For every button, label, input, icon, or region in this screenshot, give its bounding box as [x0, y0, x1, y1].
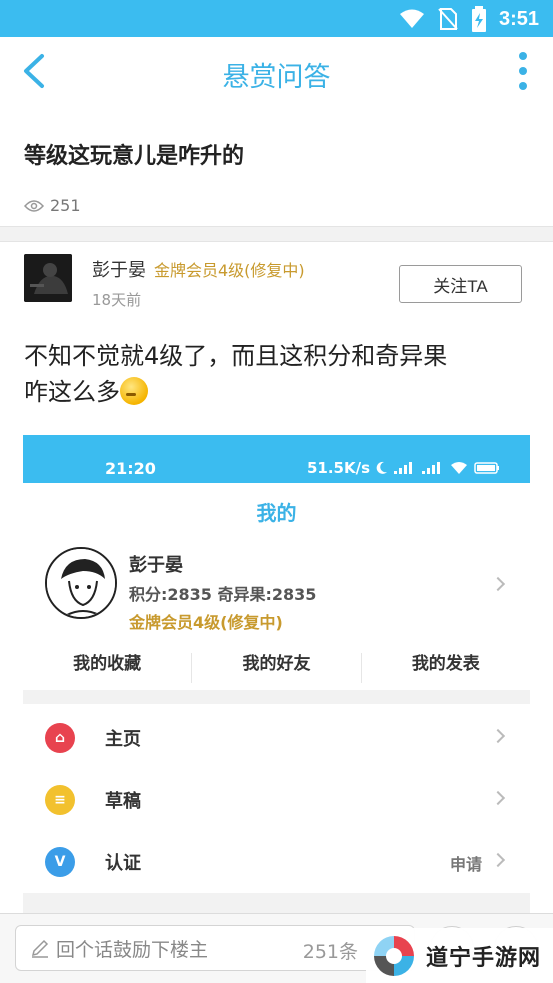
- avatar-image: [24, 254, 72, 302]
- eye-icon: [24, 199, 44, 212]
- author-info: 彭于晏 金牌会员4级(修复中): [92, 256, 305, 282]
- thinking-face-emoji: [120, 377, 148, 405]
- embedded-status-right: 51.5K/s: [307, 459, 500, 477]
- reply-count: 251条: [302, 941, 358, 963]
- battery-charging-icon: [471, 6, 486, 32]
- post-content: 不知不觉就4级了，而且这积分和奇异果 咋这么多: [24, 338, 534, 410]
- signal-icon-2: [422, 462, 440, 474]
- avatar[interactable]: [24, 254, 72, 302]
- embedded-status-time: 21:20: [105, 459, 156, 478]
- signal-icon: [394, 462, 412, 474]
- embedded-page-title: 我的: [256, 501, 297, 525]
- embedded-gap: [23, 893, 530, 913]
- chevron-right-icon: [490, 852, 506, 868]
- embedded-menu-label: 草稿: [105, 791, 141, 812]
- section-divider: [0, 226, 553, 242]
- embedded-menu-row: ⌂ 主页: [23, 707, 530, 767]
- embedded-speed: 51.5K/s: [306, 459, 370, 477]
- embedded-status-bar: 21:20 51.5K/s: [23, 435, 530, 483]
- wifi-icon: [451, 462, 467, 474]
- embedded-tabs: 我的收藏 我的好友 我的发表: [23, 653, 530, 683]
- embedded-menu-label: 主页: [105, 729, 141, 750]
- chevron-right-icon: [490, 728, 506, 744]
- verified-icon: V: [45, 847, 75, 877]
- post-text-line-2-text: 咋这么多: [24, 378, 120, 406]
- reply-input[interactable]: 回个话鼓励下楼主 251条: [15, 925, 415, 971]
- embedded-tab: 我的收藏: [23, 653, 193, 683]
- embedded-profile-page: 我的 彭于晏 积分:2835 奇异果:2835 金牌会员4级(修复中) 我的收藏…: [23, 483, 530, 913]
- author-name[interactable]: 彭于晏: [92, 256, 146, 282]
- watermark: 道宁手游网: [366, 928, 553, 983]
- home-icon: ⌂: [45, 723, 75, 753]
- embedded-menu-right: 申请: [449, 855, 482, 874]
- post-time: 18天前: [92, 291, 142, 309]
- chevron-right-icon: [490, 790, 506, 806]
- embedded-profile-badge: 金牌会员4级(修复中): [129, 613, 283, 632]
- embedded-gap: [23, 690, 530, 704]
- status-time: 3:51: [498, 7, 539, 30]
- view-count: 251: [24, 196, 81, 215]
- embedded-menu-row: ≡ 草稿: [23, 769, 530, 829]
- battery-icon: [474, 462, 499, 474]
- post-text-line-1: 不知不觉就4级了，而且这积分和奇异果: [24, 342, 448, 370]
- follow-button[interactable]: 关注TA: [399, 265, 522, 303]
- embedded-menu-row: V 认证 申请: [23, 831, 530, 891]
- member-badge: 金牌会员4级(修复中): [154, 261, 305, 280]
- pencil-icon: [31, 939, 49, 958]
- post-text-line-2: 咋这么多: [24, 374, 534, 410]
- watermark-text: 道宁手游网: [426, 945, 542, 971]
- view-count-value: 251: [50, 196, 81, 215]
- more-vert-icon[interactable]: [517, 51, 529, 91]
- embedded-avatar: [45, 547, 117, 619]
- draft-icon: ≡: [45, 785, 75, 815]
- embedded-profile-name: 彭于晏: [129, 555, 183, 576]
- no-sim-icon: [438, 8, 458, 30]
- question-title: 等级这玩意儿是咋升的: [24, 144, 245, 169]
- page-title: 悬赏问答: [222, 62, 331, 93]
- embedded-tab: 我的好友: [192, 653, 362, 683]
- embedded-profile-stats: 积分:2835 奇异果:2835: [129, 585, 317, 604]
- embedded-menu-label: 认证: [105, 853, 141, 874]
- wifi-icon: [399, 9, 424, 28]
- moon-icon: [376, 461, 387, 474]
- embedded-tab: 我的发表: [411, 654, 480, 674]
- watermark-logo-icon: [372, 933, 416, 978]
- post-image[interactable]: 21:20 51.5K/s 我的 彭于晏 积分:2835 奇异果:2835 金牌…: [23, 435, 530, 913]
- reply-placeholder: 回个话鼓励下楼主: [56, 938, 209, 961]
- status-bar: 3:51: [0, 0, 553, 37]
- chevron-right-icon: [490, 576, 506, 592]
- app-bar: 悬赏问答: [0, 37, 553, 105]
